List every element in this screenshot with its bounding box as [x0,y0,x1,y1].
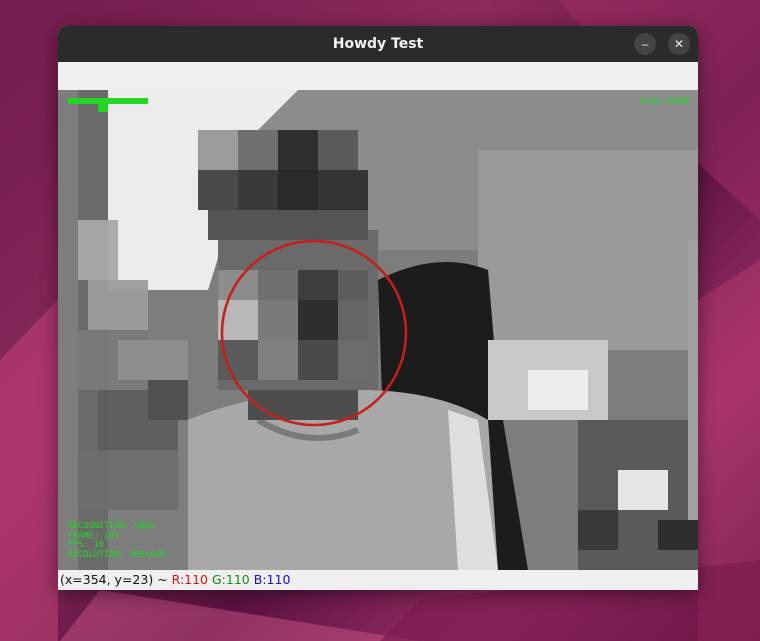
red-value: R:110 [171,572,209,587]
green-value: G:110 [212,572,250,587]
title-bar[interactable]: Howdy Test – ✕ [58,26,698,62]
minimize-button[interactable]: – [634,33,656,55]
camera-frame[interactable]: SCAN FRAME RECOGNITION: 60ms FRAME: 193 … [58,90,698,570]
status-bar: (x=354, y=23) ~ R:110 G:110 B:110 [58,570,698,590]
hud-stats: RECOGNITION: 60ms FRAME: 193 FPS: 10 RES… [68,521,166,560]
window-title: Howdy Test [332,36,424,52]
blue-value: B:110 [253,572,291,587]
toolbar [58,62,698,91]
scan-frame-label: SCAN FRAME [638,97,690,107]
resolution-stat: RESOLUTION: 480x640 [68,549,166,560]
camera-image [58,90,698,570]
howdy-test-window: Howdy Test – ✕ SCAN FRAME RECOGNITION: 6… [58,26,698,590]
minimize-icon: – [641,37,649,51]
close-icon: ✕ [673,37,685,51]
close-button[interactable]: ✕ [668,33,690,55]
cursor-coords: (x=354, y=23) ~ [60,572,172,587]
